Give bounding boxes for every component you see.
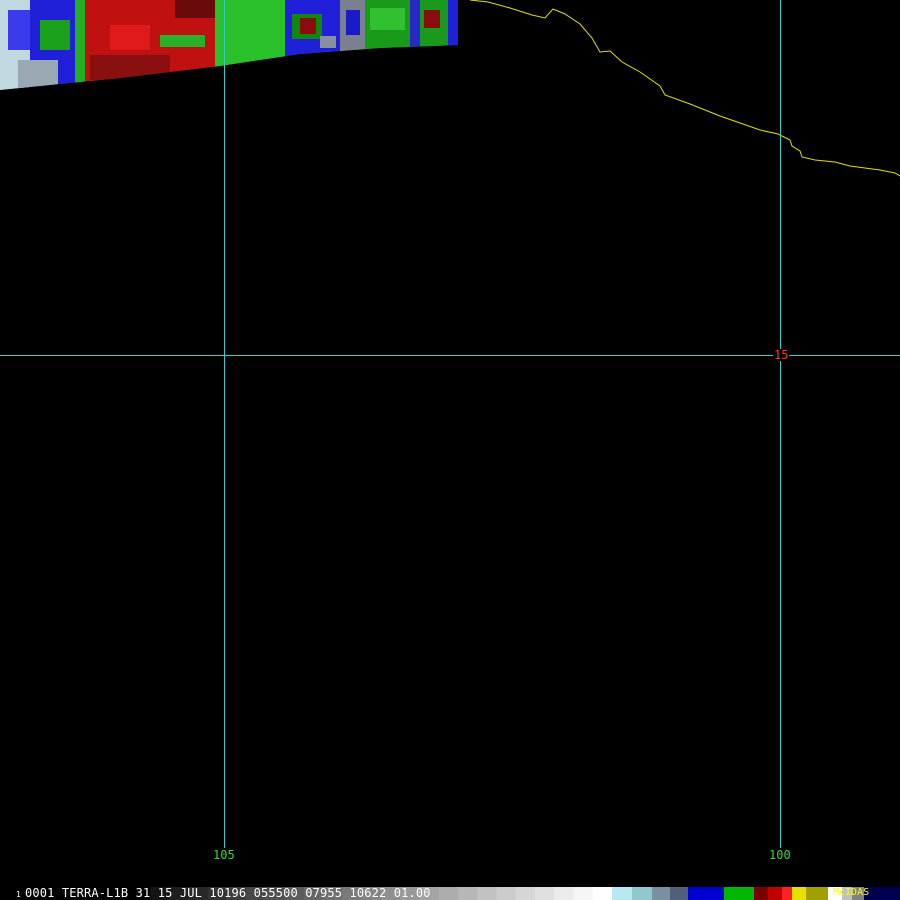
satellite-map [0, 0, 900, 848]
lat-lon-grid [0, 0, 900, 848]
imagery-swath [0, 0, 458, 90]
frame-number: 1 [16, 890, 21, 899]
latitude-label-15: 15 [773, 348, 790, 362]
mcidas-logo: McIDAS [833, 887, 870, 898]
longitude-label-100: 100 [769, 848, 791, 862]
coastline [469, 0, 900, 177]
image-info-text: 0001 TERRA-L1B 31 15 JUL 10196 055500 07… [25, 886, 431, 900]
longitude-label-105: 105 [213, 848, 235, 862]
